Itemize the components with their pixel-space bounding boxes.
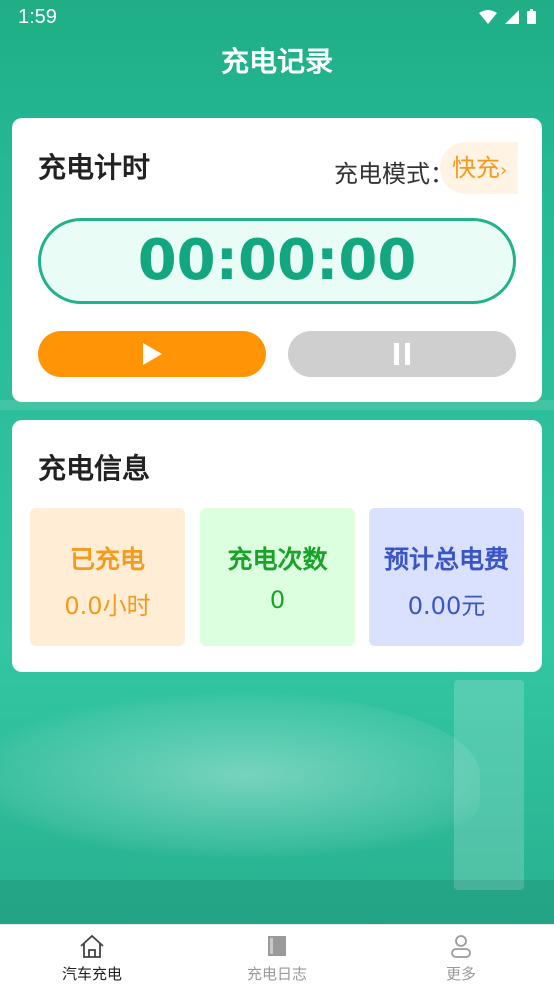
charging-info-card: 充电信息 已充电 0.0小时 充电次数 0 预计总电费 0.00元 <box>12 420 542 672</box>
charge-mode-value: 快充 <box>452 154 500 182</box>
timer-display: 00:00:00 <box>38 218 516 304</box>
charged-hours-value: 0.0小时 <box>64 592 151 620</box>
status-bar: 1:59 <box>0 0 554 36</box>
car-silhouette <box>0 690 480 860</box>
tab-more[interactable]: 更多 <box>369 925 553 985</box>
user-icon <box>451 935 471 958</box>
charged-hours-label: 已充电 <box>69 545 145 574</box>
estimated-cost-label: 预计总电费 <box>383 545 509 574</box>
charge-count-label: 充电次数 <box>227 545 328 574</box>
timer-card-title: 充电计时 <box>38 151 151 184</box>
bottom-tab-bar: 汽车充电 充电日志 更多 <box>0 924 554 985</box>
start-button[interactable] <box>38 331 266 377</box>
home-icon <box>80 934 104 958</box>
wifi-icon <box>478 10 497 24</box>
page-title: 充电记录 <box>220 45 333 78</box>
tab-car-charging-label: 汽车充电 <box>61 965 122 983</box>
info-card-title: 充电信息 <box>38 452 151 485</box>
status-icons <box>478 9 536 28</box>
chevron-right-icon: › <box>500 160 508 181</box>
tab-car-charging[interactable]: 汽车充电 <box>0 925 184 985</box>
background-ground <box>0 880 554 924</box>
charge-count-box: 充电次数 0 <box>200 508 355 646</box>
charging-timer-card: 充电计时 充电模式： 快充› 00:00:00 <box>12 118 542 402</box>
signal-icon <box>504 10 519 24</box>
estimated-cost-box: 预计总电费 0.00元 <box>369 508 524 646</box>
pause-button[interactable] <box>288 331 516 377</box>
estimated-cost-value: 0.00元 <box>407 592 486 620</box>
pause-icon <box>394 343 410 365</box>
charged-hours-box: 已充电 0.0小时 <box>30 508 185 646</box>
charge-mode-selector[interactable]: 快充› <box>440 142 518 194</box>
battery-icon <box>527 9 536 24</box>
charge-count-value: 0 <box>269 586 286 614</box>
tab-more-label: 更多 <box>445 965 476 983</box>
tab-charging-log[interactable]: 充电日志 <box>185 925 369 985</box>
charge-mode-label: 充电模式： <box>334 160 454 188</box>
book-icon <box>268 936 286 956</box>
tab-charging-log-label: 充电日志 <box>246 965 307 983</box>
play-icon <box>143 343 162 365</box>
charging-station-silhouette <box>454 680 524 890</box>
status-time: 1:59 <box>18 6 57 28</box>
